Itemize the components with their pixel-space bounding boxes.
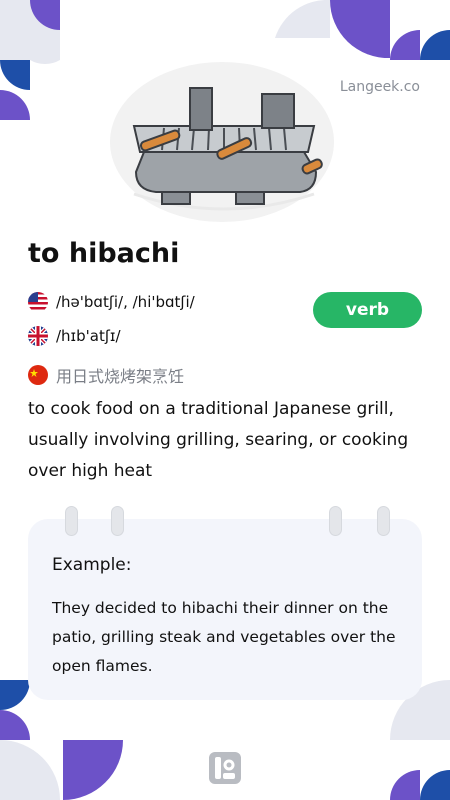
card-binder-ring (329, 506, 342, 536)
site-name[interactable]: Langeek.co (340, 79, 420, 95)
langeek-logo-icon[interactable] (209, 752, 241, 784)
example-text: They decided to hibachi their dinner on … (52, 599, 396, 675)
word-title: to hibachi (28, 238, 180, 269)
card-binder-ring (111, 506, 124, 536)
hibachi-grill-illustration (110, 62, 334, 222)
china-flag-icon (28, 365, 48, 385)
pronunciation-us[interactable]: /hə'bɑtʃi/, /hi'bɑtʃi/ (28, 292, 195, 312)
pronunciation-uk-text: /hɪb'atʃɪ/ (56, 327, 121, 345)
pronunciation-uk[interactable]: /hɪb'atʃɪ/ (28, 326, 121, 346)
card-binder-ring (377, 506, 390, 536)
pronunciation-us-text: /hə'bɑtʃi/, /hi'bɑtʃi/ (56, 293, 195, 311)
definition-text: to cook food on a traditional Japanese g… (28, 399, 409, 481)
card-binder-ring (65, 506, 78, 536)
part-of-speech-badge: verb (313, 292, 422, 328)
translation-text: 用日式烧烤架烹饪 (56, 367, 185, 386)
example-label: Example: (52, 555, 132, 575)
uk-flag-icon (28, 326, 48, 346)
us-flag-icon (28, 292, 48, 312)
translation-row: 用日式烧烤架烹饪 (28, 363, 184, 387)
example-card: Example: They decided to hibachi their d… (28, 519, 422, 700)
